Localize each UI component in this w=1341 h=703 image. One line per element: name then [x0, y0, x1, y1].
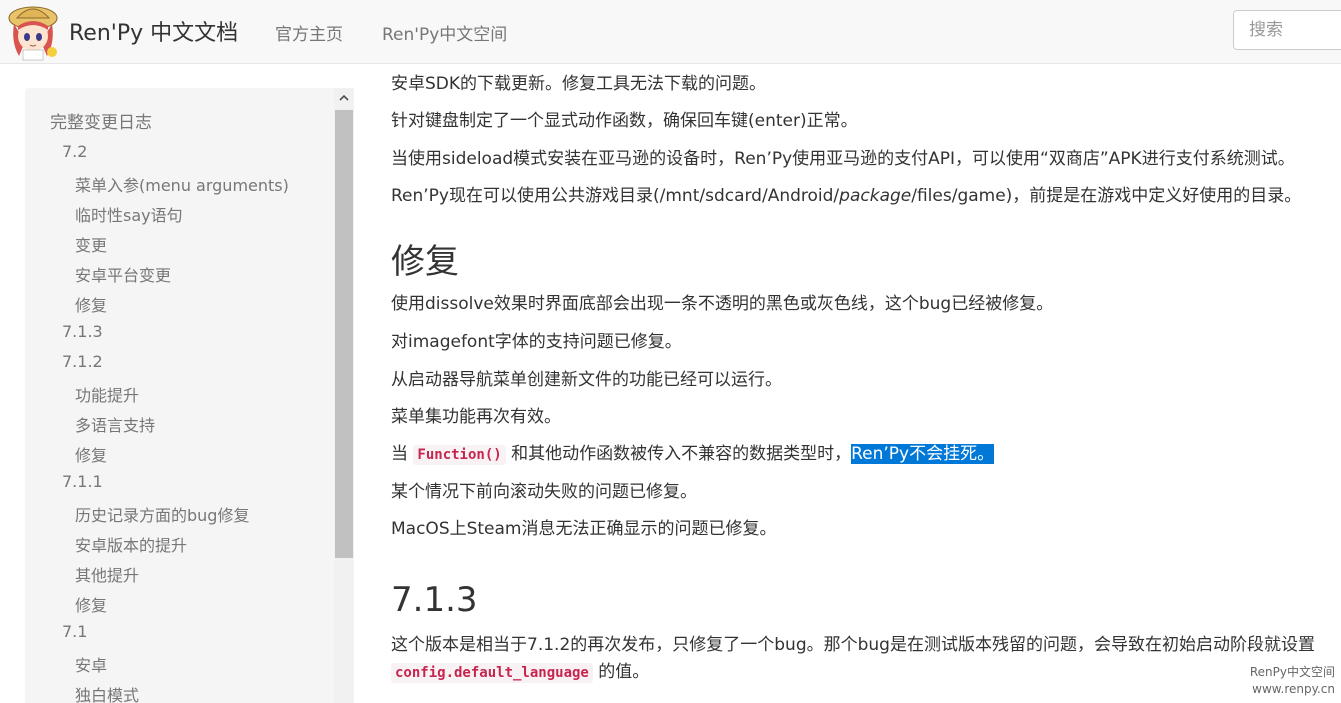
- paragraph-keyboard-action: 针对键盘制定了一个显式动作函数，确保回车键(enter)正常。: [391, 111, 858, 131]
- fix-item-function-action: 当 Function() 和其他动作函数被传入不兼容的数据类型时，Ren’Py不…: [391, 442, 995, 467]
- toc-item-full-changelog[interactable]: 完整变更日志: [50, 108, 152, 133]
- toc-item-menu-arguments[interactable]: 菜单入参(menu arguments): [75, 172, 289, 196]
- toc-item-multilanguage[interactable]: 多语言支持: [75, 412, 155, 436]
- fix-item-launcher-newfile: 从启动器导航菜单创建新文件的功能已经可以运行。: [391, 370, 782, 390]
- watermark-line-1: RenPy中文空间: [1249, 665, 1335, 679]
- site-watermark: RenPy中文空间 www.renpy.cn: [1250, 664, 1335, 698]
- toc-item-android-improvements[interactable]: 安卓版本的提升: [75, 532, 187, 556]
- toc-item-7-1-2[interactable]: 7.1.2: [62, 352, 103, 371]
- main-content: 安卓SDK的下载更新。修复工具无法下载的问题。 针对键盘制定了一个显式动作函数，…: [391, 0, 1341, 703]
- toc-item-fixes-7-1-2[interactable]: 修复: [75, 442, 107, 466]
- fix-item-imagefont: 对imagefont字体的支持问题已修复。: [391, 332, 682, 352]
- fix-item-dissolve: 使用dissolve效果时界面底部会出现一条不透明的黑色或灰色线，这个bug已经…: [391, 294, 1054, 314]
- text-segment: 和其他动作函数被传入不兼容的数据类型时，: [505, 444, 852, 464]
- paragraph-7-1-3-desc: 这个版本是相当于7.1.2的再次发布，只修复了一个bug。那个bug是在测试版本…: [391, 635, 1315, 655]
- heading-7-1-3: 7.1.3: [391, 580, 478, 620]
- fix-item-rollforward: 某个情况下前向滚动失败的问题已修复。: [391, 482, 697, 502]
- toc-item-fixes-7-1-1[interactable]: 修复: [75, 592, 107, 616]
- toc-item-7-1-3[interactable]: 7.1.3: [62, 322, 103, 341]
- toc-item-android-changes[interactable]: 安卓平台变更: [75, 262, 171, 286]
- brand-title[interactable]: Ren'Py 中文文档: [69, 15, 238, 47]
- toc-item-changes[interactable]: 变更: [75, 232, 107, 256]
- paragraph-7-1-3-desc-cont: config.default_language 的值。: [391, 660, 649, 685]
- inline-code-default-language: config.default_language: [391, 663, 593, 683]
- selected-text[interactable]: Ren’Py不会挂死。: [851, 444, 995, 464]
- toc-item-7-1[interactable]: 7.1: [62, 622, 87, 641]
- text-segment: /files/game)，前提是在游戏中定义好使用的目录。: [911, 186, 1302, 206]
- toc-item-fixes-7-2[interactable]: 修复: [75, 292, 107, 316]
- toc-item-temporary-say[interactable]: 临时性say语句: [75, 202, 183, 226]
- toc-item-7-1-1[interactable]: 7.1.1: [62, 472, 103, 491]
- toc-item-history-bugfix[interactable]: 历史记录方面的bug修复: [75, 502, 249, 526]
- toc-item-android[interactable]: 安卓: [75, 652, 107, 676]
- paragraph-amazon-payment: 当使用sideload模式安装在亚马逊的设备时，Ren’Py使用亚马逊的支付AP…: [391, 149, 1295, 169]
- text-segment: 当: [391, 444, 414, 464]
- paragraph-android-sdk: 安卓SDK的下载更新。修复工具无法下载的问题。: [391, 74, 767, 94]
- toc-item-monologue-mode[interactable]: 独白模式: [75, 682, 139, 703]
- scroll-up-arrow-icon[interactable]: [334, 88, 354, 108]
- italic-package: package: [839, 186, 912, 206]
- text-segment: 的值。: [592, 662, 650, 682]
- fix-item-menu-set: 菜单集功能再次有效。: [391, 407, 561, 427]
- heading-fixes: 修复: [391, 242, 459, 282]
- toc-item-7-2[interactable]: 7.2: [62, 142, 87, 161]
- toc-item-improvements[interactable]: 功能提升: [75, 382, 139, 406]
- fix-item-macos-steam: MacOS上Steam消息无法正确显示的问题已修复。: [391, 519, 777, 539]
- renpy-mascot-logo[interactable]: [5, 2, 61, 62]
- toc-item-other-improvements[interactable]: 其他提升: [75, 562, 139, 586]
- paragraph-public-game-dir: Ren’Py现在可以使用公共游戏目录(/mnt/sdcard/Android/p…: [391, 184, 1301, 208]
- watermark-line-2: www.renpy.cn: [1252, 682, 1335, 696]
- nav-link-official-home[interactable]: 官方主页: [275, 20, 343, 45]
- sidebar-toc: 完整变更日志 7.2 菜单入参(menu arguments) 临时性say语句…: [25, 88, 335, 703]
- inline-code-function: Function(): [413, 445, 506, 465]
- scroll-thumb[interactable]: [335, 110, 353, 558]
- sidebar-scrollbar[interactable]: [334, 88, 354, 703]
- text-segment: Ren’Py现在可以使用公共游戏目录(/mnt/sdcard/Android/: [391, 186, 840, 206]
